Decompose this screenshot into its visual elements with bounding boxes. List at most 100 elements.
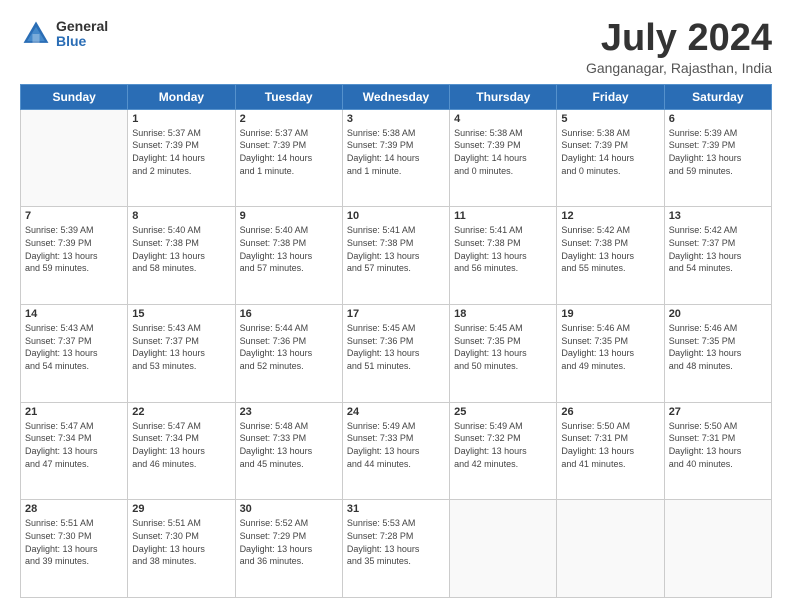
day-info: Sunrise: 5:46 AM Sunset: 7:35 PM Dayligh… (669, 322, 767, 372)
day-number: 1 (132, 113, 230, 125)
calendar-cell: 21Sunrise: 5:47 AM Sunset: 7:34 PM Dayli… (21, 402, 128, 500)
calendar-week-row: 1 Sunrise: 5:37 AM Sunset: 7:39 PM Daylig… (21, 109, 772, 207)
day-info: Sunrise: 5:39 AM Sunset: 7:39 PM Dayligh… (25, 224, 123, 274)
calendar-cell: 14 Sunrise: 5:43 AM Sunset: 7:37 PM Dayli… (21, 305, 128, 403)
calendar-cell: 27Sunrise: 5:50 AM Sunset: 7:31 PM Dayli… (664, 402, 771, 500)
day-number: 23 (240, 406, 338, 418)
header: General Blue July 2024 Ganganagar, Rajas… (20, 18, 772, 76)
calendar-week-row: 28 Sunrise: 5:51 AM Sunset: 7:30 PM Dayli… (21, 500, 772, 598)
calendar-cell: 8Sunrise: 5:40 AM Sunset: 7:38 PM Daylig… (128, 207, 235, 305)
day-info: Sunrise: 5:49 AM Sunset: 7:33 PM Dayligh… (347, 420, 445, 470)
calendar-cell (664, 500, 771, 598)
calendar-cell (21, 109, 128, 207)
day-number: 30 (240, 503, 338, 515)
calendar-cell: 3 Sunrise: 5:38 AM Sunset: 7:39 PM Daylig… (342, 109, 449, 207)
calendar-cell: 20 Sunrise: 5:46 AM Sunset: 7:35 PM Dayli… (664, 305, 771, 403)
day-number: 18 (454, 308, 552, 320)
calendar-cell: 25Sunrise: 5:49 AM Sunset: 7:32 PM Dayli… (450, 402, 557, 500)
day-number: 17 (347, 308, 445, 320)
day-info: Sunrise: 5:52 AM Sunset: 7:29 PM Dayligh… (240, 517, 338, 567)
day-number: 22 (132, 406, 230, 418)
day-info: Sunrise: 5:41 AM Sunset: 7:38 PM Dayligh… (347, 224, 445, 274)
page: General Blue July 2024 Ganganagar, Rajas… (0, 0, 792, 612)
day-number: 19 (561, 308, 659, 320)
day-number: 4 (454, 113, 552, 125)
day-number: 25 (454, 406, 552, 418)
logo-icon (20, 18, 52, 50)
calendar-table: Sunday Monday Tuesday Wednesday Thursday… (20, 84, 772, 598)
calendar-cell: 7 Sunrise: 5:39 AM Sunset: 7:39 PM Daylig… (21, 207, 128, 305)
day-number: 5 (561, 113, 659, 125)
day-info: Sunrise: 5:40 AM Sunset: 7:38 PM Dayligh… (132, 224, 230, 274)
calendar-cell: 28 Sunrise: 5:51 AM Sunset: 7:30 PM Dayli… (21, 500, 128, 598)
day-number: 24 (347, 406, 445, 418)
day-info: Sunrise: 5:51 AM Sunset: 7:30 PM Dayligh… (25, 517, 123, 567)
day-number: 11 (454, 210, 552, 222)
day-number: 14 (25, 308, 123, 320)
day-number: 3 (347, 113, 445, 125)
calendar-cell (557, 500, 664, 598)
day-number: 7 (25, 210, 123, 222)
calendar-cell: 11Sunrise: 5:41 AM Sunset: 7:38 PM Dayli… (450, 207, 557, 305)
title-block: July 2024 Ganganagar, Rajasthan, India (586, 18, 772, 76)
day-number: 29 (132, 503, 230, 515)
day-info: Sunrise: 5:53 AM Sunset: 7:28 PM Dayligh… (347, 517, 445, 567)
logo-general-label: General (56, 19, 108, 34)
day-info: Sunrise: 5:43 AM Sunset: 7:37 PM Dayligh… (25, 322, 123, 372)
calendar-cell: 18 Sunrise: 5:45 AM Sunset: 7:35 PM Dayli… (450, 305, 557, 403)
calendar-cell: 16Sunrise: 5:44 AM Sunset: 7:36 PM Dayli… (235, 305, 342, 403)
calendar-cell: 30 Sunrise: 5:52 AM Sunset: 7:29 PM Dayli… (235, 500, 342, 598)
header-monday: Monday (128, 84, 235, 109)
header-thursday: Thursday (450, 84, 557, 109)
day-number: 12 (561, 210, 659, 222)
logo: General Blue (20, 18, 108, 50)
day-number: 20 (669, 308, 767, 320)
calendar-cell: 31Sunrise: 5:53 AM Sunset: 7:28 PM Dayli… (342, 500, 449, 598)
calendar-week-row: 21Sunrise: 5:47 AM Sunset: 7:34 PM Dayli… (21, 402, 772, 500)
day-number: 10 (347, 210, 445, 222)
calendar-cell: 19 Sunrise: 5:46 AM Sunset: 7:35 PM Dayli… (557, 305, 664, 403)
header-saturday: Saturday (664, 84, 771, 109)
day-info: Sunrise: 5:38 AM Sunset: 7:39 PM Dayligh… (347, 127, 445, 177)
calendar-cell: 24 Sunrise: 5:49 AM Sunset: 7:33 PM Dayli… (342, 402, 449, 500)
day-number: 2 (240, 113, 338, 125)
day-number: 28 (25, 503, 123, 515)
calendar-cell: 5 Sunrise: 5:38 AM Sunset: 7:39 PM Daylig… (557, 109, 664, 207)
day-info: Sunrise: 5:42 AM Sunset: 7:37 PM Dayligh… (669, 224, 767, 274)
day-info: Sunrise: 5:37 AM Sunset: 7:39 PM Dayligh… (132, 127, 230, 177)
weekday-header-row: Sunday Monday Tuesday Wednesday Thursday… (21, 84, 772, 109)
month-title: July 2024 (586, 18, 772, 60)
day-info: Sunrise: 5:42 AM Sunset: 7:38 PM Dayligh… (561, 224, 659, 274)
day-info: Sunrise: 5:50 AM Sunset: 7:31 PM Dayligh… (561, 420, 659, 470)
day-info: Sunrise: 5:46 AM Sunset: 7:35 PM Dayligh… (561, 322, 659, 372)
header-friday: Friday (557, 84, 664, 109)
header-tuesday: Tuesday (235, 84, 342, 109)
logo-blue-label: Blue (56, 34, 108, 49)
calendar-cell (450, 500, 557, 598)
calendar-cell: 4 Sunrise: 5:38 AM Sunset: 7:39 PM Daylig… (450, 109, 557, 207)
day-info: Sunrise: 5:39 AM Sunset: 7:39 PM Dayligh… (669, 127, 767, 177)
calendar-cell: 1 Sunrise: 5:37 AM Sunset: 7:39 PM Daylig… (128, 109, 235, 207)
location: Ganganagar, Rajasthan, India (586, 60, 772, 76)
day-info: Sunrise: 5:43 AM Sunset: 7:37 PM Dayligh… (132, 322, 230, 372)
calendar-cell: 26 Sunrise: 5:50 AM Sunset: 7:31 PM Dayli… (557, 402, 664, 500)
day-info: Sunrise: 5:45 AM Sunset: 7:35 PM Dayligh… (454, 322, 552, 372)
day-number: 6 (669, 113, 767, 125)
day-info: Sunrise: 5:47 AM Sunset: 7:34 PM Dayligh… (25, 420, 123, 470)
calendar-cell: 29 Sunrise: 5:51 AM Sunset: 7:30 PM Dayli… (128, 500, 235, 598)
day-number: 13 (669, 210, 767, 222)
day-info: Sunrise: 5:38 AM Sunset: 7:39 PM Dayligh… (454, 127, 552, 177)
calendar-week-row: 14 Sunrise: 5:43 AM Sunset: 7:37 PM Dayli… (21, 305, 772, 403)
header-wednesday: Wednesday (342, 84, 449, 109)
calendar-cell: 15Sunrise: 5:43 AM Sunset: 7:37 PM Dayli… (128, 305, 235, 403)
day-info: Sunrise: 5:48 AM Sunset: 7:33 PM Dayligh… (240, 420, 338, 470)
day-info: Sunrise: 5:40 AM Sunset: 7:38 PM Dayligh… (240, 224, 338, 274)
calendar-cell: 12 Sunrise: 5:42 AM Sunset: 7:38 PM Dayli… (557, 207, 664, 305)
day-info: Sunrise: 5:44 AM Sunset: 7:36 PM Dayligh… (240, 322, 338, 372)
header-sunday: Sunday (21, 84, 128, 109)
calendar-cell: 13 Sunrise: 5:42 AM Sunset: 7:37 PM Dayli… (664, 207, 771, 305)
day-info: Sunrise: 5:38 AM Sunset: 7:39 PM Dayligh… (561, 127, 659, 177)
day-number: 27 (669, 406, 767, 418)
day-number: 26 (561, 406, 659, 418)
day-info: Sunrise: 5:51 AM Sunset: 7:30 PM Dayligh… (132, 517, 230, 567)
